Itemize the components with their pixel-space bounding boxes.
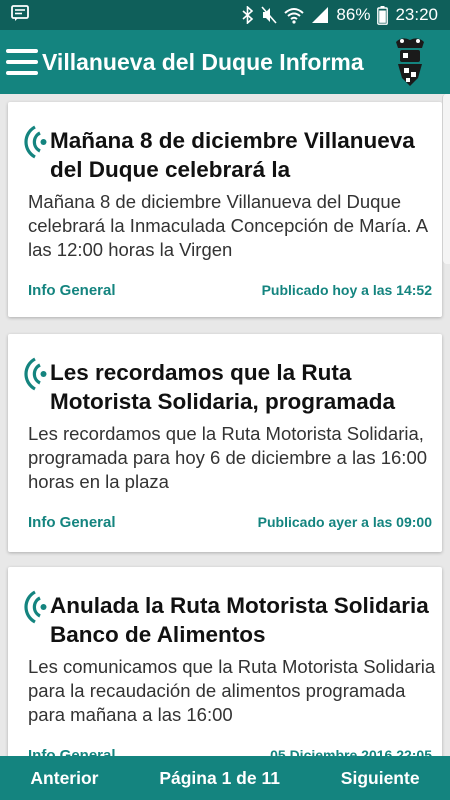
pagination-bar: Anterior Página 1 de 11 Siguiente <box>0 756 450 800</box>
news-summary: Les recordamos que la Ruta Motorista Sol… <box>28 423 428 492</box>
clock: 23:20 <box>395 5 438 24</box>
news-date: Publicado hoy a las 14:52 <box>261 282 432 298</box>
news-summary: Les comunicamos que la Ruta Motorista So… <box>28 656 436 725</box>
bluetooth-icon <box>242 6 254 24</box>
news-date: 05 Diciembre 2016 22:05 <box>270 747 432 756</box>
previous-page-button[interactable]: Anterior <box>30 768 98 789</box>
wifi-icon <box>284 6 305 24</box>
scroll-handle[interactable] <box>442 94 450 264</box>
cell-signal-icon <box>311 6 329 24</box>
app-bar: Villanueva del Duque Informa <box>0 30 450 94</box>
message-notification-icon <box>10 4 30 27</box>
mute-icon <box>261 6 278 24</box>
news-category[interactable]: Info General <box>28 514 116 531</box>
news-title: Anulada la Ruta Motorista Solidaria Banc… <box>50 593 429 647</box>
next-page-button[interactable]: Siguiente <box>341 768 420 789</box>
town-logo <box>388 34 432 90</box>
news-category[interactable]: Info General <box>28 282 116 299</box>
battery-icon <box>377 5 389 25</box>
news-card[interactable]: Anulada la Ruta Motorista Solidaria Banc… <box>8 567 442 756</box>
news-category[interactable]: Info General <box>28 747 116 756</box>
news-feed[interactable]: Mañana 8 de diciembre Villanueva del Duq… <box>0 94 450 756</box>
status-bar: 86% 23:20 <box>0 0 450 30</box>
broadcast-signal-icon <box>18 354 52 394</box>
news-card[interactable]: Mañana 8 de diciembre Villanueva del Duq… <box>8 102 442 317</box>
news-title: Mañana 8 de diciembre Villanueva del Duq… <box>50 128 415 182</box>
battery-percent: 86% <box>336 5 371 24</box>
broadcast-signal-icon <box>18 122 52 162</box>
broadcast-signal-icon <box>18 587 52 627</box>
page-indicator: Página 1 de 11 <box>159 767 280 788</box>
news-date: Publicado ayer a las 09:00 <box>257 514 432 530</box>
app-title: Villanueva del Duque Informa <box>42 48 364 75</box>
news-card[interactable]: Les recordamos que la Ruta Motorista Sol… <box>8 334 442 552</box>
news-title: Les recordamos que la Ruta Motorista Sol… <box>50 360 396 414</box>
news-summary: Mañana 8 de diciembre Villanueva del Duq… <box>28 191 428 260</box>
hamburger-menu-icon[interactable] <box>6 49 38 75</box>
